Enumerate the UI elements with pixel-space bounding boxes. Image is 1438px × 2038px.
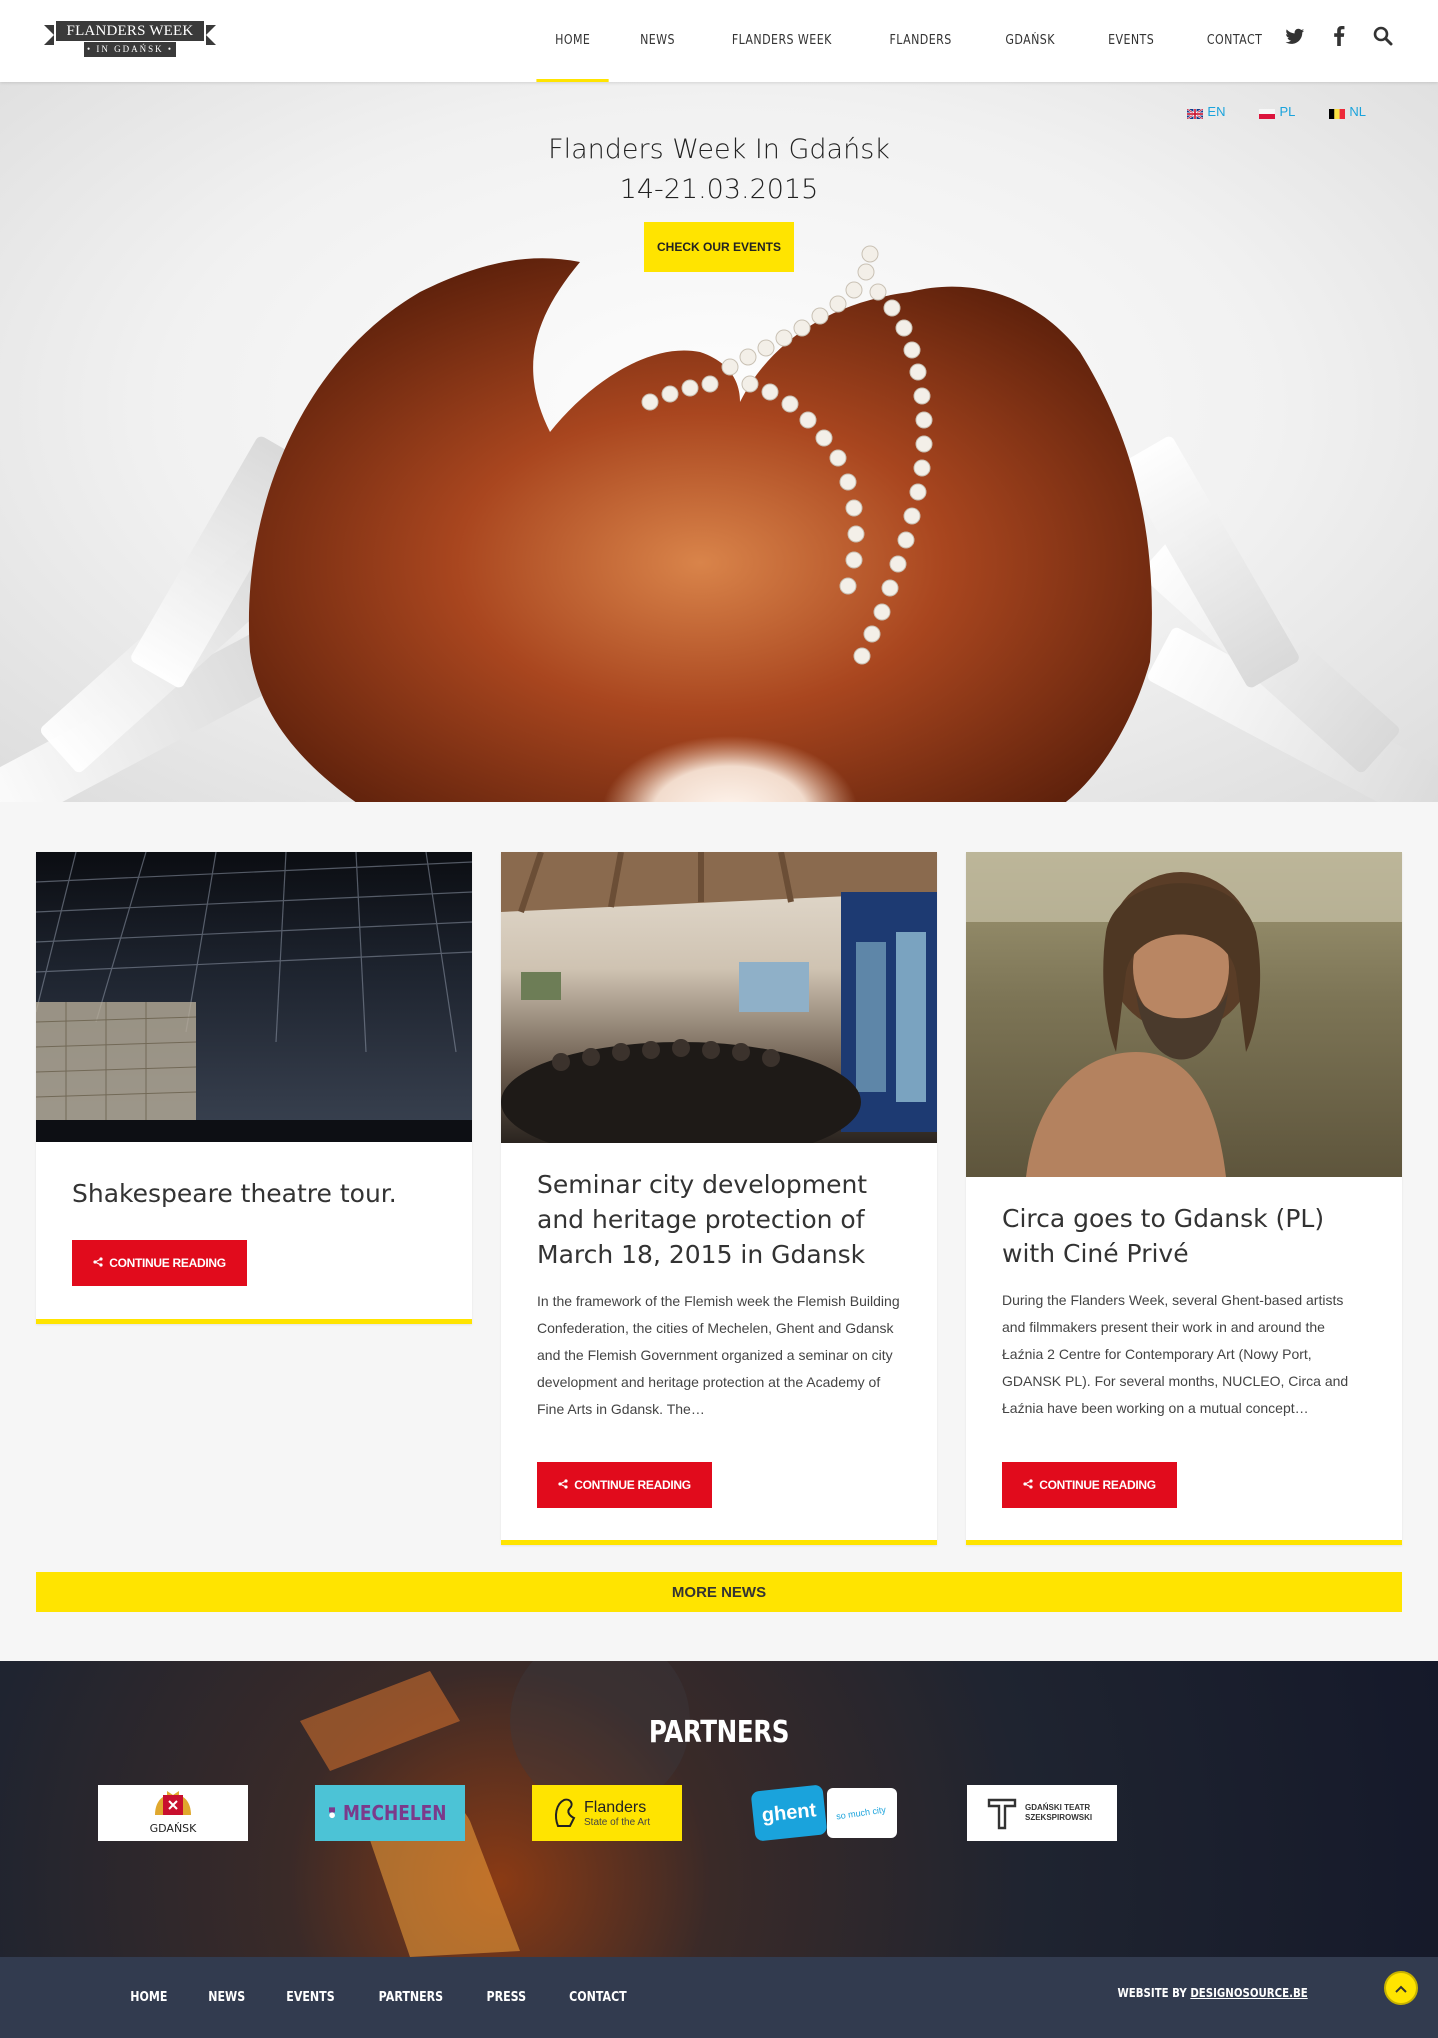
scroll-to-top-button[interactable]	[1384, 1971, 1418, 2005]
hero-banner: EN PL NL Flanders Week In Gdańsk 14-21.0…	[0, 82, 1438, 802]
lang-pl-label: PL	[1279, 104, 1296, 119]
partner-ghent-tagline: so much city	[836, 1804, 887, 1822]
share-icon	[1023, 1478, 1033, 1492]
hero-title: Flanders Week In Gdańsk	[548, 134, 890, 165]
logo-subtitle: • IN GDAŃSK •	[84, 42, 176, 57]
footer-nav-news[interactable]: NEWS	[194, 1990, 260, 2005]
site-header: FLANDERS WEEK • IN GDAŃSK • HOME NEWS FL…	[0, 0, 1438, 82]
partner-mechelen-logo[interactable]: MECHELEN	[315, 1785, 465, 1841]
language-switcher: EN PL NL	[1186, 104, 1366, 120]
nav-events[interactable]: EVENTS	[1089, 0, 1173, 82]
gdansk-crest-icon	[155, 1791, 191, 1815]
facebook-icon[interactable]	[1328, 26, 1350, 54]
theatre-t-icon	[987, 1798, 1017, 1830]
belgium-flag-icon	[1329, 107, 1346, 119]
news-image-circa[interactable]	[966, 852, 1402, 1177]
continue-reading-button[interactable]: CONTINUE READING	[1002, 1462, 1177, 1508]
nav-flanders[interactable]: FLANDERS	[871, 0, 971, 82]
continue-reading-label: CONTINUE READING	[109, 1256, 226, 1270]
continue-reading-label: CONTINUE READING	[1039, 1478, 1156, 1492]
chevron-up-icon	[1395, 1980, 1407, 1996]
news-image-seminar[interactable]	[501, 852, 937, 1143]
partner-flanders-logo[interactable]: Flanders State of the Art	[532, 1785, 682, 1841]
partner-theatre-name: GDAŃSKI TEATR SZEKSPIROWSKI	[1025, 1803, 1093, 1822]
partner-ghent-logo[interactable]: ghent so much city	[750, 1784, 897, 1842]
continue-reading-button[interactable]: CONTINUE READING	[537, 1462, 712, 1508]
check-events-button[interactable]: CHECK OUR EVENTS	[644, 222, 794, 272]
footer-nav-press[interactable]: PRESS	[472, 1990, 540, 2005]
logo-ribbon-right	[206, 25, 216, 45]
more-news-button[interactable]: MORE NEWS	[36, 1572, 1402, 1612]
lang-nl-link[interactable]: NL	[1329, 104, 1366, 119]
nav-contact[interactable]: CONTACT	[1188, 0, 1281, 82]
flanders-lion-icon	[555, 1798, 576, 1827]
credit-prefix: WEBSITE BY	[1117, 1986, 1188, 2000]
hero-hair-image	[249, 245, 1152, 802]
main-nav: HOME NEWS FLANDERS WEEK FLANDERS GDAŃSK …	[530, 0, 1289, 82]
partner-flanders-name: Flanders	[584, 1798, 647, 1816]
continue-reading-label: CONTINUE READING	[574, 1478, 691, 1492]
social-links	[1284, 26, 1394, 54]
news-title[interactable]: Shakespeare theatre tour.	[36, 1176, 472, 1211]
continue-reading-button[interactable]: CONTINUE READING	[72, 1240, 247, 1286]
news-image-theatre[interactable]	[36, 852, 472, 1142]
uk-flag-icon	[1186, 107, 1204, 120]
twitter-icon[interactable]	[1284, 26, 1306, 54]
partner-gdansk-logo[interactable]: GDAŃSK	[98, 1785, 248, 1841]
partner-theatre-logo[interactable]: GDAŃSKI TEATR SZEKSPIROWSKI	[967, 1785, 1117, 1841]
footer-nav: HOME NEWS EVENTS PARTNERS PRESS CONTACT	[110, 1957, 648, 2038]
credit-link[interactable]: DESIGNOSOURCE.BE	[1191, 1986, 1308, 2000]
footer-nav-partners[interactable]: PARTNERS	[364, 1990, 457, 2005]
news-excerpt: In the framework of the Flemish week the…	[537, 1293, 900, 1417]
news-card: Seminar city development and heritage pr…	[501, 852, 937, 1545]
share-icon	[558, 1478, 568, 1492]
logo-ribbon-left	[44, 25, 54, 45]
news-excerpt: During the Flanders Week, several Ghent-…	[1002, 1292, 1349, 1416]
partner-mechelen-name: MECHELEN	[343, 1801, 447, 1825]
search-icon[interactable]	[1372, 26, 1394, 54]
partners-heading: PARTNERS	[648, 1715, 790, 1750]
lang-pl-link[interactable]: PL	[1259, 104, 1295, 119]
lang-nl-label: NL	[1349, 104, 1366, 119]
news-title[interactable]: Circa goes to Gdansk (PL) with Ciné Priv…	[966, 1201, 1402, 1271]
footer-nav-events[interactable]: EVENTS	[272, 1990, 349, 2005]
footer-credit: WEBSITE BY DESIGNOSOURCE.BE	[1118, 1986, 1308, 2000]
partner-ghent-name: ghent	[760, 1798, 817, 1827]
lang-en-label: EN	[1207, 104, 1226, 119]
nav-gdansk[interactable]: GDAŃSK	[987, 0, 1074, 82]
poland-flag-icon	[1259, 107, 1276, 119]
partners-section: PARTNERS GDAŃSK MECHELEN Flanders State …	[0, 1661, 1438, 1957]
site-logo[interactable]: FLANDERS WEEK • IN GDAŃSK •	[44, 21, 216, 59]
news-card: Shakespeare theatre tour. CONTINUE READI…	[36, 852, 472, 1324]
share-icon	[93, 1256, 103, 1270]
nav-home[interactable]: HOME	[536, 0, 610, 82]
partner-gdansk-name: GDAŃSK	[149, 1822, 197, 1835]
logo-title: FLANDERS WEEK	[56, 21, 204, 41]
site-footer: HOME NEWS EVENTS PARTNERS PRESS CONTACT …	[0, 1957, 1438, 2038]
nav-flanders-week[interactable]: FLANDERS WEEK	[713, 0, 850, 82]
news-card: Circa goes to Gdansk (PL) with Ciné Priv…	[966, 852, 1402, 1545]
footer-nav-contact[interactable]: CONTACT	[554, 1990, 641, 2005]
nav-news[interactable]: NEWS	[622, 0, 694, 82]
partner-flanders-tagline: State of the Art	[584, 1816, 651, 1828]
footer-nav-home[interactable]: HOME	[116, 1990, 182, 2005]
news-title[interactable]: Seminar city development and heritage pr…	[501, 1167, 937, 1272]
lang-en-link[interactable]: EN	[1186, 104, 1226, 120]
mechelen-m-icon	[329, 1807, 336, 1819]
hero-dates: 14-21.03.2015	[619, 174, 819, 205]
